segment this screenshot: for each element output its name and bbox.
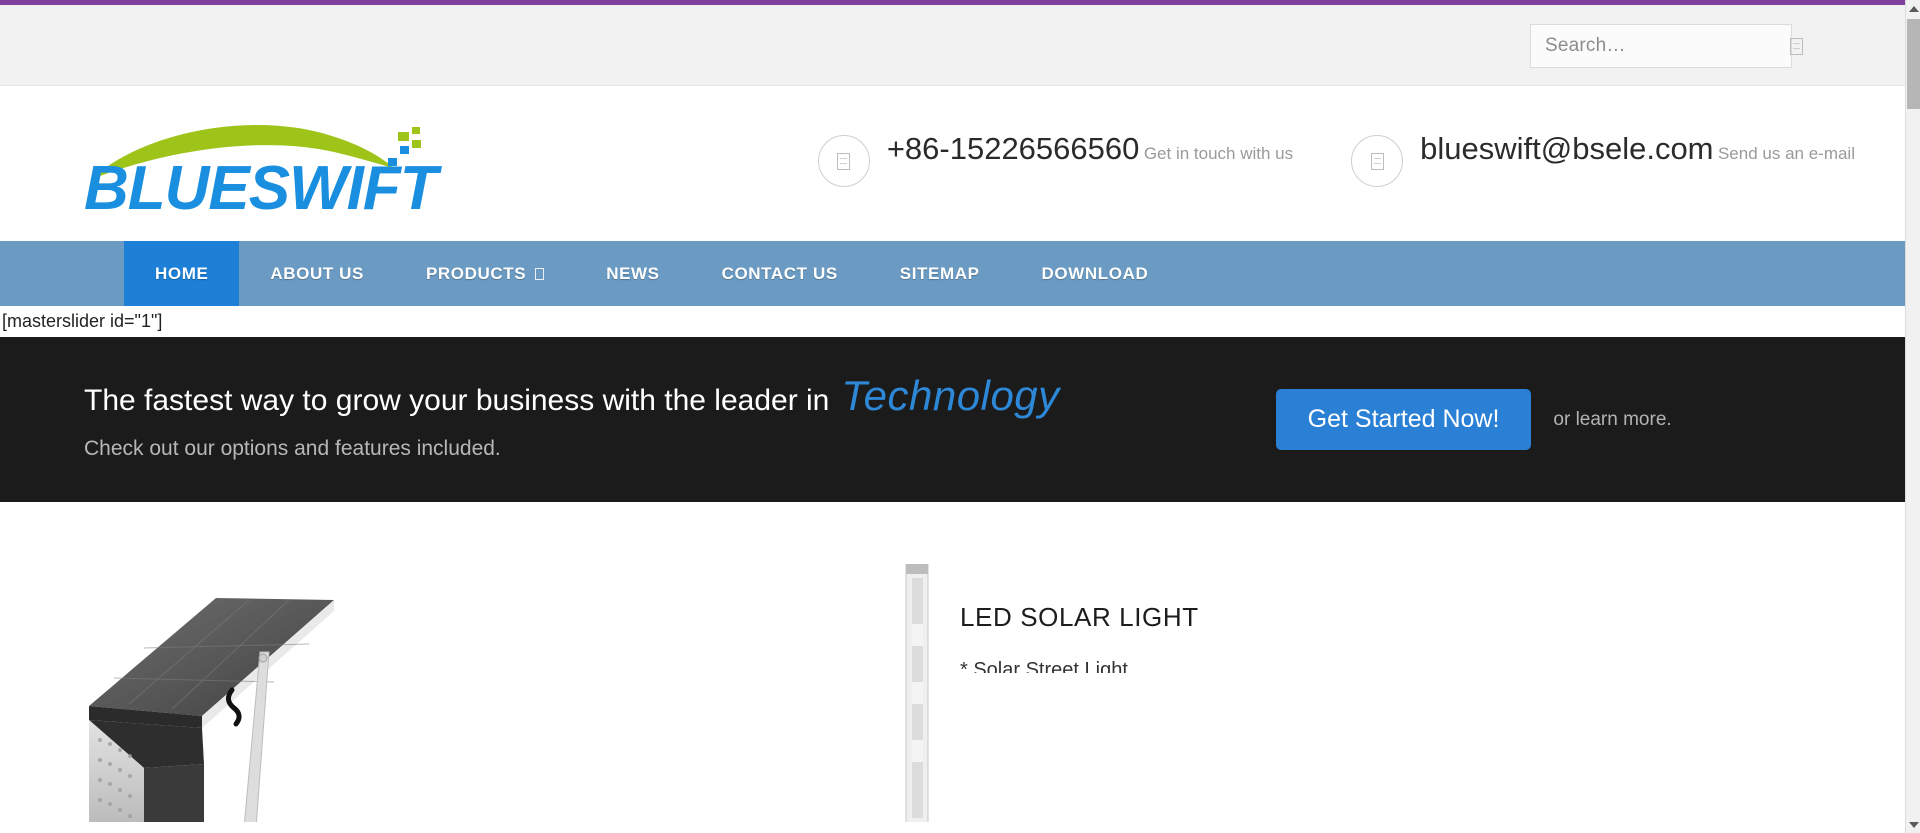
- browser-page: BLUESWIFT +86-15226566560 Get in touch w…: [0, 0, 1920, 833]
- site-viewport: BLUESWIFT +86-15226566560 Get in touch w…: [0, 5, 1905, 833]
- nav-item-label: HOME: [155, 263, 209, 283]
- nav-item-label: ABOUT US: [270, 263, 364, 283]
- get-started-button[interactable]: Get Started Now!: [1275, 389, 1532, 450]
- masterslider-shortcode-text: [masterslider id="1"]: [0, 306, 1905, 337]
- vertical-scrollbar[interactable]: [1905, 0, 1920, 833]
- promo-headline: The fastest way to grow your business wi…: [84, 375, 1060, 421]
- nav-item-home[interactable]: HOME: [124, 241, 240, 306]
- scrollbar-thumb[interactable]: [1907, 19, 1920, 109]
- product-bullet: * Solar Street Light: [960, 659, 1128, 673]
- nav-item-label: NEWS: [606, 263, 660, 283]
- search-input[interactable]: [1545, 35, 1790, 57]
- product-section: LED SOLAR LIGHT * Solar Street Light: [0, 502, 1905, 822]
- nav-item-products[interactable]: PRODUCTS: [395, 241, 575, 306]
- contact-email-caption: Send us an e-mail: [1717, 144, 1855, 163]
- nav-item-label: DOWNLOAD: [1041, 263, 1149, 283]
- header-contacts: +86-15226566560 Get in touch with us blu…: [817, 129, 1855, 187]
- top-search-bar: [0, 5, 1905, 86]
- promo-headline-prefix: The fastest way to grow your business wi…: [84, 384, 830, 417]
- envelope-icon: [1351, 135, 1404, 187]
- phone-icon: [817, 135, 870, 187]
- search-box[interactable]: [1530, 24, 1803, 68]
- contact-phone[interactable]: +86-15226566560 Get in touch with us: [817, 129, 1294, 187]
- site-header: BLUESWIFT +86-15226566560 Get in touch w…: [0, 86, 1905, 241]
- contact-phone-caption: Get in touch with us: [1143, 144, 1294, 163]
- nav-item-label: CONTACT US: [721, 263, 838, 283]
- contact-email-address: blueswift@bsele.com: [1420, 131, 1714, 166]
- promo-headline-accent: Technology: [841, 372, 1060, 419]
- nav-item-download[interactable]: DOWNLOAD: [1011, 241, 1180, 306]
- nav-item-label: PRODUCTS: [425, 263, 527, 283]
- learn-more-link[interactable]: or learn more.: [1553, 409, 1671, 431]
- main-navigation: HOME ABOUT US PRODUCTS NEWS CONTACT US S…: [0, 241, 1905, 306]
- promo-banner: The fastest way to grow your business wi…: [0, 337, 1905, 502]
- product-details: LED SOLAR LIGHT * Solar Street Light: [960, 602, 1660, 673]
- product-title: LED SOLAR LIGHT: [960, 602, 1199, 632]
- product-image-solar-light[interactable]: [84, 578, 604, 822]
- contact-phone-number: +86-15226566560: [886, 131, 1140, 166]
- promo-subheadline: Check out our options and features inclu…: [84, 437, 501, 460]
- scroll-up-arrow[interactable]: [1906, 0, 1920, 17]
- nav-item-label: SITEMAP: [899, 263, 980, 283]
- search-icon[interactable]: [1790, 37, 1803, 55]
- site-logo[interactable]: BLUESWIFT: [82, 114, 472, 214]
- promo-copy: The fastest way to grow your business wi…: [0, 375, 1060, 463]
- contact-email[interactable]: blueswift@bsele.com Send us an e-mail: [1351, 129, 1855, 187]
- product-image-pole-side[interactable]: [880, 563, 950, 822]
- nav-item-news[interactable]: NEWS: [575, 241, 690, 306]
- chevron-down-icon: [535, 267, 545, 280]
- promo-actions: Get Started Now! or learn more.: [1275, 389, 1672, 450]
- nav-item-sitemap[interactable]: SITEMAP: [869, 241, 1011, 306]
- nav-item-contact-us[interactable]: CONTACT US: [691, 241, 869, 306]
- svg-text:BLUESWIFT: BLUESWIFT: [84, 154, 443, 214]
- scroll-down-arrow[interactable]: [1906, 816, 1920, 833]
- nav-item-about-us[interactable]: ABOUT US: [239, 241, 395, 306]
